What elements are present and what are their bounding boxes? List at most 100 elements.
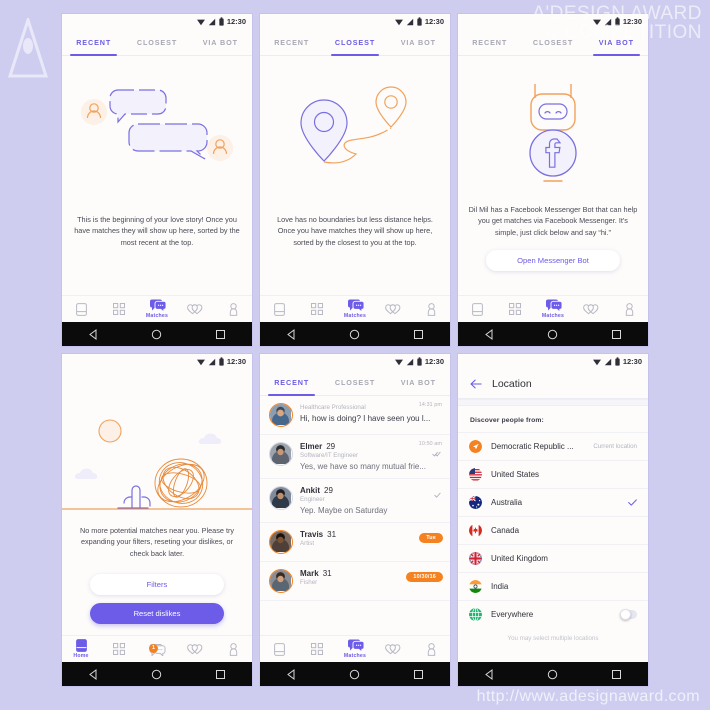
empty-state-text: Love has no boundaries but less distance…: [277, 215, 433, 247]
nav-item-grid[interactable]: [298, 303, 336, 315]
chat-bubbles-illustration: [81, 89, 233, 161]
tab-closest[interactable]: CLOSEST: [323, 369, 386, 395]
recents-icon[interactable]: [413, 669, 424, 680]
list-item[interactable]: United Kingdom: [458, 544, 648, 572]
profile-icon: [427, 302, 435, 316]
message-age: 31: [327, 530, 337, 539]
nav-item-matches[interactable]: Matches: [534, 299, 572, 319]
nav-label-matches: Matches: [541, 313, 565, 319]
hearts-icon: [385, 644, 401, 655]
back-icon[interactable]: [484, 328, 495, 340]
message-age: 31: [322, 569, 332, 578]
reset-dislikes-button[interactable]: Reset dislikes: [90, 603, 224, 624]
back-arrow-icon[interactable]: [470, 379, 482, 389]
nav-item-grid[interactable]: [496, 303, 534, 315]
tab-via-bot[interactable]: VIA BOT: [387, 369, 450, 395]
table-row[interactable]: Travis 31 Artist Tue: [260, 523, 450, 562]
tab-recent[interactable]: RECENT: [458, 29, 521, 55]
status-bar-time: 12:30: [424, 17, 444, 26]
recents-icon[interactable]: [611, 329, 622, 340]
system-nav: [260, 322, 450, 346]
home-icon[interactable]: [547, 669, 558, 680]
nav-item-likes[interactable]: [374, 643, 412, 655]
tab-bar: RECENT CLOSEST VIA BOT: [260, 29, 450, 56]
matches-chat-icon: [347, 299, 364, 312]
grid-icon: [113, 303, 125, 315]
list-item[interactable]: Australia: [458, 488, 648, 516]
nav-label-matches: Matches: [343, 313, 367, 319]
nav-item-grid[interactable]: [298, 643, 336, 655]
tab-closest[interactable]: CLOSEST: [125, 29, 188, 55]
nav-item-likes[interactable]: [176, 643, 214, 655]
list-item[interactable]: Democratic Republic ... Current location: [458, 432, 648, 460]
nav-item-cards[interactable]: [260, 642, 298, 656]
tab-recent[interactable]: RECENT: [260, 369, 323, 396]
status-bar: 12:30: [458, 354, 648, 369]
cards-icon: [75, 302, 87, 316]
list-item[interactable]: United States: [458, 460, 648, 488]
table-row[interactable]: Healthcare Professional Hi, how is doing…: [260, 396, 450, 435]
home-icon[interactable]: [151, 329, 162, 340]
open-messenger-bot-button[interactable]: Open Messenger Bot: [486, 250, 620, 271]
nav-item-matches[interactable]: Matches: [336, 639, 374, 659]
back-icon[interactable]: [286, 328, 297, 340]
empty-state-text: This is the beginning of your love story…: [74, 215, 240, 247]
table-row[interactable]: Ankit 29 Engineer Yep. Maybe on Saturday: [260, 479, 450, 523]
nav-item-profile[interactable]: [412, 642, 450, 656]
nav-item-likes[interactable]: [572, 303, 610, 315]
nav-item-grid[interactable]: [100, 643, 138, 655]
back-icon[interactable]: [88, 328, 99, 340]
recents-icon[interactable]: [611, 669, 622, 680]
tab-closest[interactable]: CLOSEST: [323, 29, 386, 56]
tab-via-bot[interactable]: VIA BOT: [189, 29, 252, 55]
home-icon[interactable]: [151, 669, 162, 680]
grid-icon: [311, 643, 323, 655]
back-icon[interactable]: [286, 668, 297, 680]
tab-via-bot[interactable]: VIA BOT: [585, 29, 648, 56]
filters-button[interactable]: Filters: [90, 574, 224, 595]
nav-item-profile[interactable]: [214, 642, 252, 656]
back-icon[interactable]: [88, 668, 99, 680]
bottom-nav: Matches: [458, 295, 648, 322]
nav-item-home[interactable]: Home: [62, 639, 100, 659]
nav-item-cards[interactable]: [62, 302, 100, 316]
recents-icon[interactable]: [413, 329, 424, 340]
tab-closest[interactable]: CLOSEST: [521, 29, 584, 55]
nav-item-cards[interactable]: [260, 302, 298, 316]
nav-item-profile[interactable]: [610, 302, 648, 316]
nav-item-cards[interactable]: [458, 302, 496, 316]
home-icon[interactable]: [349, 669, 360, 680]
home-icon[interactable]: [349, 329, 360, 340]
screen-body: Love has no boundaries but less distance…: [260, 56, 450, 295]
nav-item-profile[interactable]: [412, 302, 450, 316]
desert-tumbleweed-illustration: [62, 419, 252, 510]
system-nav: [260, 662, 450, 686]
wifi-icon: [592, 359, 601, 365]
list-item[interactable]: India: [458, 572, 648, 600]
signal-icon: [208, 358, 216, 365]
nav-item-matches[interactable]: 1: [138, 643, 176, 656]
home-icon[interactable]: [547, 329, 558, 340]
nav-item-matches[interactable]: Matches: [336, 299, 374, 319]
nav-item-grid[interactable]: [100, 303, 138, 315]
list-item[interactable]: Canada: [458, 516, 648, 544]
list-item[interactable]: Everywhere: [458, 600, 648, 628]
nav-item-profile[interactable]: [214, 302, 252, 316]
tab-bar: RECENT CLOSEST VIA BOT: [260, 369, 450, 396]
recents-icon[interactable]: [215, 329, 226, 340]
watermark-url: http://www.adesignaward.com: [476, 688, 700, 705]
location-name: India: [491, 582, 509, 591]
nav-item-matches[interactable]: Matches: [138, 299, 176, 319]
tab-via-bot[interactable]: VIA BOT: [387, 29, 450, 55]
divider: [458, 399, 648, 406]
table-row[interactable]: Mark 31 Fisher 10/30/16: [260, 562, 450, 601]
nav-item-likes[interactable]: [176, 303, 214, 315]
nav-item-likes[interactable]: [374, 303, 412, 315]
table-row[interactable]: Elmer 29 Software/IT Engineer Yes, we ha…: [260, 435, 450, 479]
tab-recent[interactable]: RECENT: [62, 29, 125, 56]
tab-recent[interactable]: RECENT: [260, 29, 323, 55]
back-icon[interactable]: [484, 668, 495, 680]
screen-body: No more potential matches near you. Plea…: [62, 369, 252, 635]
recents-icon[interactable]: [215, 669, 226, 680]
everywhere-toggle[interactable]: [620, 609, 637, 620]
